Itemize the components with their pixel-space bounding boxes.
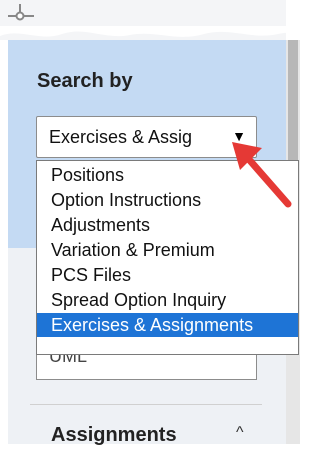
slider-icon <box>8 4 34 21</box>
torn-edge-bottom <box>0 448 314 460</box>
torn-edge-top <box>0 26 314 37</box>
red-arrow-annotation <box>232 142 292 208</box>
divider <box>30 404 262 405</box>
option-pcs-files[interactable]: PCS Files <box>37 263 298 287</box>
option-variation-premium[interactable]: Variation & Premium <box>37 238 298 262</box>
page: Search by Exercises & Assig ▼ UML Assign… <box>0 0 314 462</box>
search-by-title: Search by <box>37 70 133 92</box>
option-adjustments[interactable]: Adjustments <box>37 213 298 237</box>
select-value: Exercises & Assig <box>49 127 193 147</box>
chevron-up-icon[interactable]: ^ <box>236 424 244 442</box>
option-spread-option-inquiry[interactable]: Spread Option Inquiry <box>37 288 298 312</box>
option-exercises-assignments[interactable]: Exercises & Assignments <box>37 313 298 337</box>
